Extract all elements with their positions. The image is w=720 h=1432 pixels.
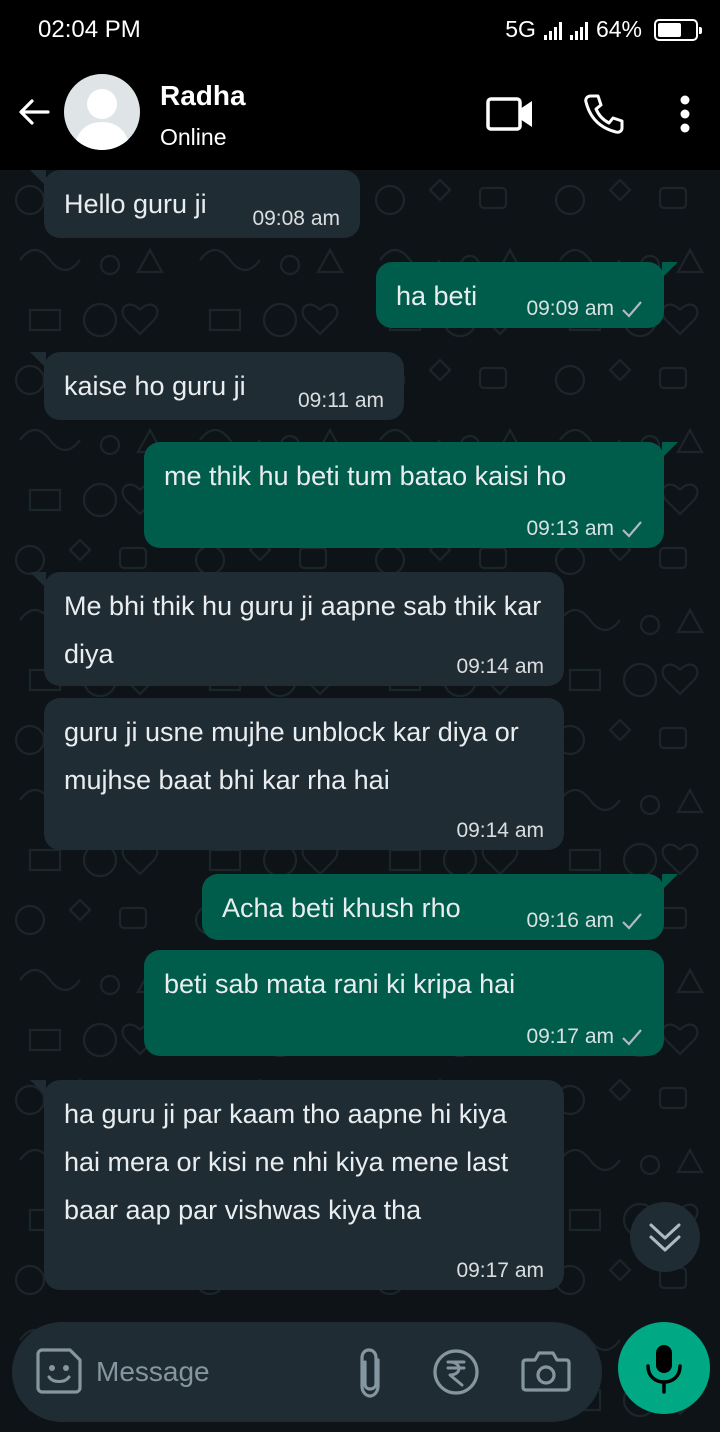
message-meta: 09:08 am (252, 206, 340, 232)
bubble-tail (662, 874, 678, 890)
bubble-tail (662, 442, 678, 458)
message-incoming[interactable]: Me bhi thik hu guru ji aapne sab thik ka… (30, 572, 564, 686)
message-meta: 09:16 am (526, 908, 644, 934)
message-time: 09:14 am (456, 819, 544, 842)
sent-check-icon (622, 521, 642, 538)
message-time: 09:17 am (526, 1025, 614, 1048)
message-text: Hello guru ji (64, 189, 207, 219)
message-outgoing[interactable]: beti sab mata rani ki kripa hai 09:17 am (144, 950, 664, 1056)
message-text: beti sab mata rani ki kripa hai (164, 969, 516, 999)
phone-icon[interactable] (580, 88, 628, 140)
message-time: 09:08 am (252, 207, 340, 230)
message-time: 09:16 am (526, 909, 614, 932)
sent-check-icon (622, 913, 642, 930)
contact-status: Online (160, 124, 227, 150)
camera-icon[interactable] (520, 1348, 572, 1394)
message-incoming[interactable]: Hello guru ji 09:08 am (30, 170, 360, 238)
video-call-icon[interactable] (484, 88, 536, 140)
message-composer (12, 1322, 602, 1422)
network-type: 5G (505, 16, 536, 42)
message-text: ha guru ji par kaam tho aapne hi kiya ha… (64, 1099, 516, 1225)
sent-check-icon (622, 1029, 642, 1046)
rupee-icon[interactable] (432, 1348, 480, 1396)
chat-header: Radha Online (0, 58, 720, 170)
chat-area[interactable]: Hello guru ji 09:08 am ha beti 09:09 am … (0, 170, 720, 1432)
message-incoming[interactable]: kaise ho guru ji 09:11 am (30, 352, 404, 420)
message-input[interactable] (96, 1346, 336, 1398)
status-indicators: 5G 64% (505, 16, 702, 43)
message-meta: 09:14 am (456, 654, 544, 680)
message-text: guru ji usne mujhe unblock kar diya or m… (64, 717, 527, 795)
more-vertical-icon[interactable] (668, 88, 702, 140)
mic-icon (646, 1345, 682, 1394)
sent-check-icon (622, 301, 642, 318)
message-meta: 09:11 am (298, 388, 384, 414)
message-incoming[interactable]: guru ji usne mujhe unblock kar diya or m… (44, 698, 564, 850)
message-text: me thik hu beti tum batao kaisi ho (164, 461, 567, 491)
battery-fill (658, 22, 682, 37)
attach-icon[interactable] (352, 1346, 388, 1400)
message-time: 09:11 am (298, 389, 384, 412)
message-meta: 09:09 am (526, 296, 644, 322)
battery-percent: 64% (595, 16, 642, 42)
back-arrow-icon[interactable] (14, 92, 54, 132)
double-chevron-down-icon (649, 1223, 681, 1252)
status-bar: 02:04 PM 5G 64% (0, 0, 720, 58)
message-time: 09:14 am (456, 655, 544, 678)
sticker-icon[interactable] (34, 1346, 84, 1396)
message-meta: 09:17 am (526, 1024, 644, 1050)
bubble-tail (30, 170, 46, 186)
status-time: 02:04 PM (38, 16, 141, 43)
signal-icon-2 (569, 20, 588, 40)
avatar[interactable] (64, 74, 140, 150)
bubble-tail (30, 1080, 46, 1096)
bubble-tail (662, 262, 678, 278)
message-incoming[interactable]: ha guru ji par kaam tho aapne hi kiya ha… (30, 1080, 564, 1290)
message-outgoing[interactable]: me thik hu beti tum batao kaisi ho 09:13… (144, 442, 678, 548)
message-time: 09:13 am (526, 517, 614, 540)
scroll-to-bottom-button[interactable] (630, 1202, 700, 1272)
message-meta: 09:13 am (526, 516, 644, 542)
bubble-tail (30, 572, 46, 588)
message-time: 09:17 am (456, 1259, 544, 1282)
signal-icon (543, 20, 562, 40)
battery-icon (654, 18, 702, 41)
message-text: Acha beti khush rho (222, 893, 461, 923)
message-text: kaise ho guru ji (64, 371, 246, 401)
message-time: 09:09 am (526, 297, 614, 320)
message-text: ha beti (396, 281, 478, 311)
contact-name[interactable]: Radha (160, 80, 246, 112)
message-outgoing[interactable]: Acha beti khush rho 09:16 am (202, 874, 678, 940)
message-outgoing[interactable]: ha beti 09:09 am (376, 262, 678, 328)
message-meta: 09:17 am (456, 1258, 544, 1284)
mic-button[interactable] (618, 1322, 710, 1414)
bubble-tail (30, 352, 46, 368)
message-meta: 09:14 am (456, 818, 544, 844)
